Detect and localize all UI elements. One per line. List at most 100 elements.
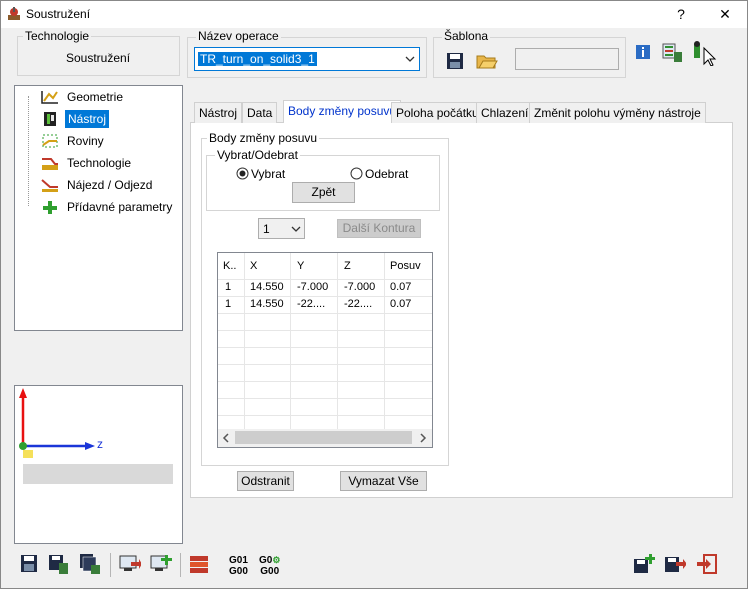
window-title: Soustružení [26,7,91,21]
column-header[interactable]: X [250,258,257,275]
z-axis-label: z [97,437,103,451]
table-row-empty [218,330,432,348]
back-button[interactable]: Zpět [292,182,355,203]
planes-icon [42,134,58,148]
tree-item-additional-params[interactable]: Přídavné parametry [28,198,178,216]
g00-label: G00 [260,566,280,577]
grid-cell: 0.07 [390,281,412,293]
grid-cell: 14.550 [250,281,284,293]
tree-item-label: Nájezd / Odjezd [67,178,153,192]
tree-item-geometry[interactable]: Geometrie [28,88,178,106]
tree-item-approach[interactable]: Nájezd / Odjezd [28,176,178,194]
help-button[interactable]: ? [663,1,699,28]
tab-tool-change-position[interactable]: Změnit polohu výměny nástroje [529,102,706,123]
table-row-empty [218,364,432,382]
g0-text: G0 [259,555,273,566]
tree-item-technology[interactable]: Technologie [28,154,178,172]
save-as-icon[interactable] [48,553,70,575]
grid-cell: 14.550 [250,298,284,310]
open-template-icon[interactable] [476,51,498,71]
g0-label: G0⚙ [259,555,280,566]
operation-name-combo[interactable]: TR_turn_on_solid3_1 [194,47,420,71]
select-remove-title: Vybrat/Odebrat [215,148,300,162]
stock-icon[interactable] [188,553,210,575]
tree-item-label: Nástroj [65,110,110,128]
tab-tool[interactable]: Nástroj [194,102,243,123]
toolbar-separator [110,553,111,577]
preview-panel: z [14,385,183,544]
grid-cell: 0.07 [390,298,412,310]
geometry-icon [41,91,58,104]
scroll-left-icon[interactable] [221,433,231,443]
tree-item-label: Roviny [67,134,104,148]
add-operation-icon[interactable] [150,553,172,575]
tool-database-icon[interactable] [662,42,684,64]
approach-icon [41,179,58,192]
template-field[interactable] [515,48,619,70]
technology-value: Soustružení [66,51,131,65]
tree-item-planes[interactable]: Roviny [28,132,178,150]
feed-points-grid[interactable]: K.. X Y Z Posuv 1 14.550 -7.000 -7.000 0… [217,252,433,448]
g01-g00-toggle[interactable]: G01 G00 [229,555,248,577]
tree-item-tool[interactable]: Nástroj [28,110,178,128]
add-params-icon [43,201,57,214]
grid-cell: -22.... [344,298,373,310]
tab-feed-change-points[interactable]: Body změny posuvu [283,100,402,123]
tab-cooling[interactable]: Chlazení [476,102,534,123]
info-icon[interactable] [635,44,651,60]
table-row-empty [218,313,432,331]
table-row-empty [218,381,432,399]
gear-icon: ⚙ [272,555,281,565]
simulate-icon[interactable] [119,553,141,575]
save-template-icon[interactable] [446,52,464,70]
column-header[interactable]: Z [344,258,351,275]
column-header[interactable]: K.. [223,258,236,275]
g01-label: G01 [229,555,248,566]
operation-label: Název operace [196,29,281,43]
feed-change-points-title: Body změny posuvu [207,131,320,145]
contour-value: 1 [263,222,270,236]
radio-remove-label: Odebrat [365,167,409,181]
template-label: Šablona [442,29,491,43]
tab-data[interactable]: Data [242,102,278,123]
tool-icon [44,112,56,126]
radio-unchecked-icon [350,167,363,180]
horizontal-scrollbar[interactable] [218,429,432,447]
pick-tool-cursor-icon[interactable] [692,40,718,66]
column-header[interactable]: Y [297,258,304,275]
scrollbar-thumb[interactable] [235,431,412,444]
title-bar: Soustružení ? ✕ [1,1,747,28]
close-button[interactable]: ✕ [707,1,743,28]
technology-label: Technologie [23,29,92,43]
app-lathe-icon [8,7,20,20]
grid-cell: -7.000 [344,281,376,293]
main-window: Soustružení ? ✕ Technologie Soustružení … [0,0,748,589]
toolbar-separator [180,553,181,577]
chevron-down-icon [405,56,415,62]
table-row-empty [218,347,432,365]
save-icon[interactable] [19,553,41,575]
contour-select[interactable]: 1 [258,218,305,239]
table-row-empty [218,398,432,416]
tab-origin-position[interactable]: Poloha počátku [391,102,484,123]
g0-g00-toggle[interactable]: G0⚙ G00 [259,555,280,577]
clear-all-button[interactable]: Vymazat Vše [340,471,427,491]
tree-item-label: Geometrie [67,90,124,104]
add-and-close-icon[interactable] [633,553,655,575]
grid-cell: -22.... [297,298,326,310]
grid-cell: 1 [225,298,232,310]
save-all-icon[interactable] [79,553,101,575]
column-header[interactable]: Posuv [390,258,421,275]
next-contour-button[interactable]: Další Kontura [337,219,421,238]
g00-label: G00 [229,566,248,577]
remove-button[interactable]: Odstranit [237,471,294,491]
exit-icon[interactable] [696,553,718,575]
chevron-down-icon [291,226,301,232]
operation-name-value: TR_turn_on_solid3_1 [198,52,317,66]
radio-select-label: Vybrat [251,167,286,181]
tree-item-label: Přídavné parametry [67,200,173,214]
scroll-right-icon[interactable] [418,433,428,443]
save-and-exit-icon[interactable] [664,553,686,575]
tree-item-label: Technologie [67,156,132,170]
technology-icon [42,158,58,170]
